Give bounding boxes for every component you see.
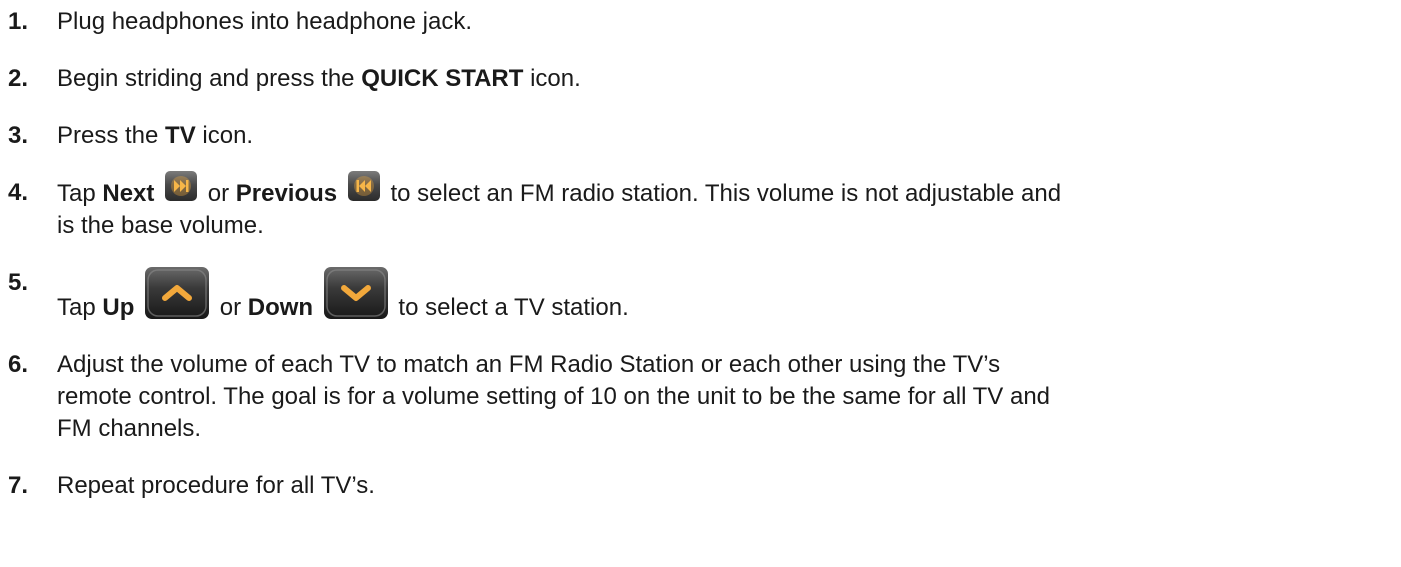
step-text-post: to select an FM radio station. This volu… (383, 180, 1062, 207)
step-text-pre: Tap (57, 294, 103, 321)
quick-start-label: QUICK START (361, 65, 524, 92)
instruction-list: 1. Plug headphones into headphone jack. … (8, 6, 1393, 527)
step-text-post: icon. (195, 122, 254, 149)
tv-label: TV (165, 122, 196, 149)
step-text-post: to select a TV station. (391, 294, 629, 321)
step-number: 2. (8, 65, 29, 92)
step-text-line1: Adjust the volume of each TV to match an… (57, 351, 1001, 378)
step-3: 3. Press the TV icon. (8, 120, 1393, 152)
step-text-pre: Begin striding and press the (57, 65, 362, 92)
step-text-pre: Press the (57, 122, 166, 149)
previous-label: Previous (235, 180, 338, 207)
step-text-mid: or (213, 294, 248, 321)
step-2: 2. Begin striding and press the QUICK ST… (8, 63, 1393, 95)
previous-track-icon (347, 171, 380, 201)
up-chevron-icon (145, 267, 210, 319)
step-text-post: icon. (523, 65, 581, 92)
next-label: Next (102, 180, 155, 207)
step-text-line3: FM channels. (57, 415, 202, 442)
down-label: Down (247, 294, 314, 321)
up-label: Up (102, 294, 135, 321)
step-number: 4. (8, 179, 29, 206)
step-1: 1. Plug headphones into headphone jack. (8, 6, 1393, 38)
step-text: Repeat procedure for all TV’s. (57, 472, 375, 499)
next-track-icon (165, 171, 198, 201)
down-chevron-icon (323, 267, 388, 319)
step-text-mid: or (201, 180, 236, 207)
step-number: 7. (8, 472, 29, 499)
step-text-continued: is the base volume. (57, 212, 264, 239)
step-7: 7. Repeat procedure for all TV’s. (8, 470, 1393, 502)
step-5: 5. Tap Up or Down to select a TV station… (8, 267, 1393, 324)
step-6: 6. Adjust the volume of each TV to match… (8, 349, 1393, 445)
step-text-line2: remote control. The goal is for a volume… (57, 383, 1051, 410)
step-text-pre: Tap (57, 180, 103, 207)
step-number: 5. (8, 269, 29, 296)
step-4: 4. Tap Next or Previous to select an FM … (8, 171, 1393, 242)
step-number: 1. (8, 8, 29, 35)
step-number: 3. (8, 122, 29, 149)
step-number: 6. (8, 351, 29, 378)
step-text: Plug headphones into headphone jack. (57, 8, 473, 35)
